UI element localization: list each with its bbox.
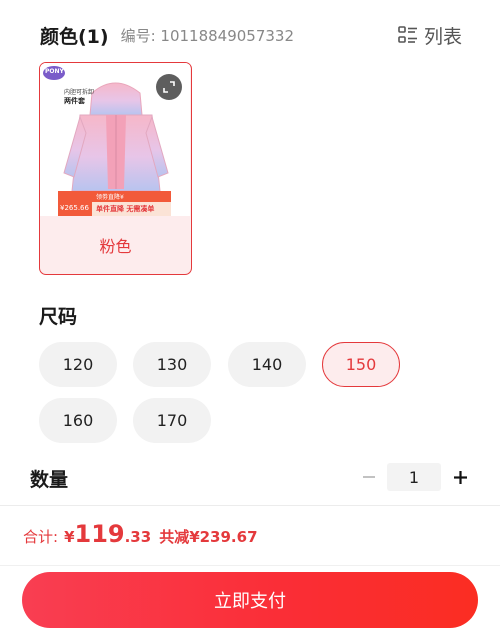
color-option-label: 粉色 (99, 237, 132, 256)
plus-icon (453, 470, 467, 484)
quantity-section-title: 数量 (30, 469, 69, 491)
list-toggle-label: 列表 (423, 25, 462, 48)
pay-now-button[interactable]: 立即支付 (22, 572, 478, 628)
image-tag-line1: 内胆可拆卸 (64, 89, 95, 96)
size-option-150[interactable]: 150 (322, 342, 400, 387)
decrease-quantity-button[interactable] (358, 466, 380, 488)
size-option-120[interactable]: 120 (39, 342, 117, 387)
total-currency: ¥ (64, 528, 75, 546)
total-amount-integer: 119 (74, 520, 125, 548)
quantity-input[interactable]: 1 (387, 463, 441, 491)
list-icon (398, 26, 417, 43)
image-banner-middle: 单件直降 无需凑单 (96, 205, 155, 213)
size-option-140[interactable]: 140 (228, 342, 306, 387)
total-amount-decimal: .33 (124, 528, 152, 546)
order-total: 合计: ¥ 119 .33 共减¥239.67 (23, 520, 258, 556)
discount-amount: 共减¥239.67 (159, 528, 258, 546)
brand-name: PONY (45, 68, 64, 75)
image-tag-line2: 两件套 (64, 97, 85, 105)
minus-icon (363, 476, 375, 478)
total-label: 合计: (23, 528, 59, 546)
size-option-160[interactable]: 160 (39, 398, 117, 443)
color-option-pink[interactable]: PONY 内胆可拆卸 两件套 领劵直降¥ ¥265.66 单件直降 无需凑单 粉… (39, 62, 192, 275)
image-banner-top: 领劵直降¥ (96, 194, 124, 201)
list-view-toggle[interactable]: 列表 (398, 22, 462, 49)
divider (0, 505, 500, 506)
color-section-title: 颜色(1) (40, 25, 109, 48)
size-option-130[interactable]: 130 (133, 342, 211, 387)
increase-quantity-button[interactable] (449, 466, 471, 488)
product-code: 编号: 10118849057332 (120, 26, 295, 45)
color-section-header: 颜色(1) 编号: 10118849057332 列表 (40, 20, 462, 50)
expand-icon (163, 81, 175, 93)
expand-image-button[interactable] (156, 74, 182, 100)
size-section-title: 尺码 (39, 306, 78, 328)
divider (0, 565, 500, 566)
size-option-170[interactable]: 170 (133, 398, 211, 443)
image-banner-price: ¥265.66 (60, 204, 89, 212)
